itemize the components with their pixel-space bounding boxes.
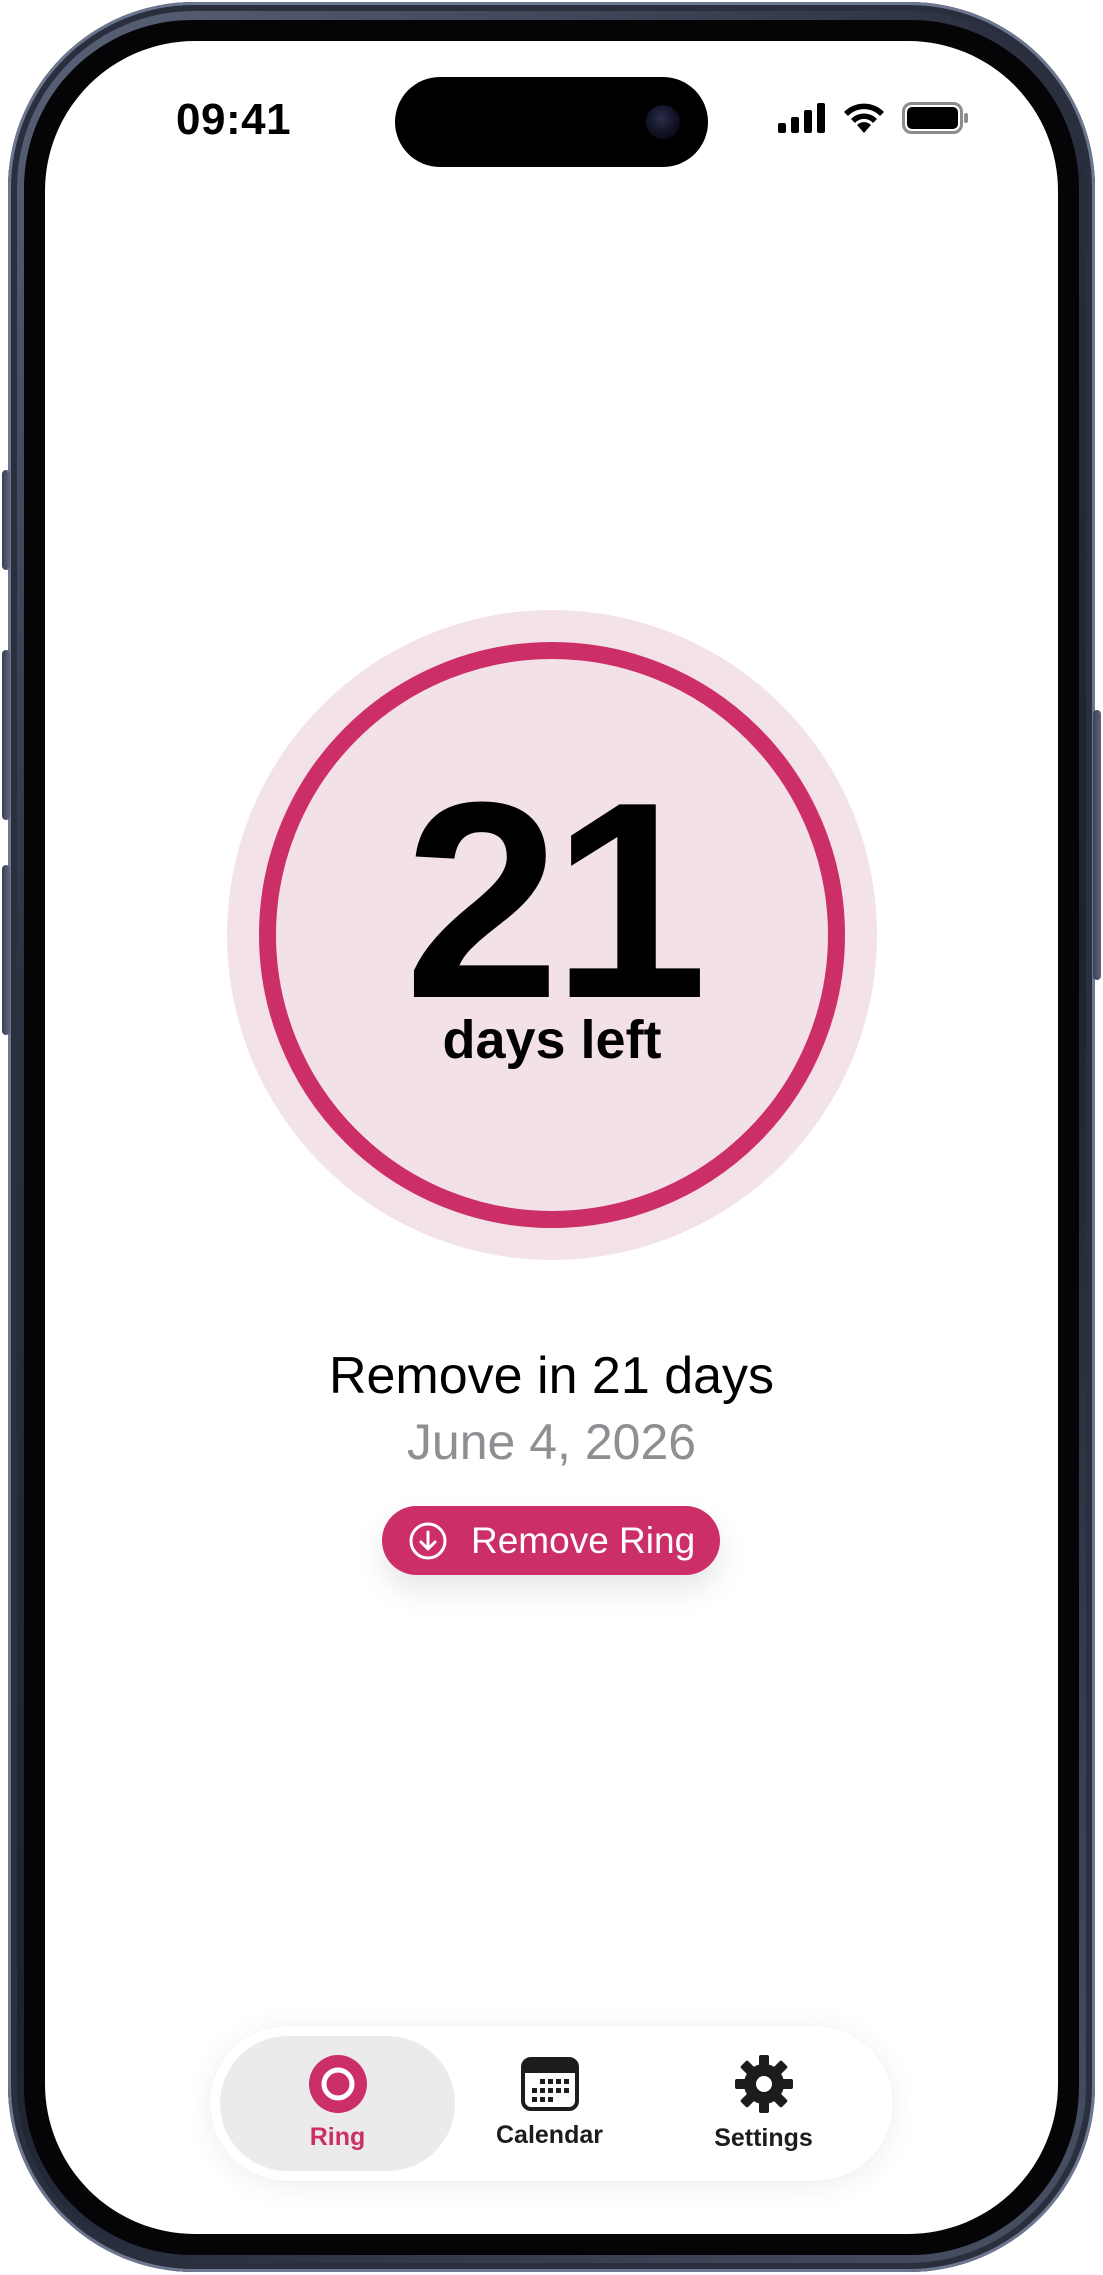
status-icons <box>778 102 970 134</box>
power-button <box>1093 710 1101 980</box>
app-screen: 09:41 21 days left Remove in 21 days Jun… <box>45 41 1058 2234</box>
wifi-icon <box>844 103 884 133</box>
status-time: 09:41 <box>176 95 292 144</box>
remove-countdown-title: Remove in 21 days <box>328 1347 775 1405</box>
tab-calendar[interactable]: Calendar <box>432 2026 667 2181</box>
cellular-signal-icon <box>778 103 825 133</box>
tab-calendar-label: Calendar <box>496 2121 603 2149</box>
ring-icon <box>308 2055 367 2113</box>
remove-ring-button-label: Remove Ring <box>471 1519 696 1561</box>
remove-date: June 4, 2026 <box>406 1414 697 1470</box>
front-camera <box>646 105 680 139</box>
tab-settings[interactable]: Settings <box>646 2026 881 2181</box>
action-button <box>2 470 10 570</box>
calendar-icon <box>520 2057 579 2111</box>
gear-icon <box>734 2055 793 2113</box>
battery-icon <box>902 102 968 134</box>
volume-down-button <box>2 865 10 1035</box>
volume-up-button <box>2 650 10 820</box>
arrow-down-circle-icon <box>409 1522 447 1559</box>
tab-ring-label: Ring <box>309 2123 366 2151</box>
tab-settings-label: Settings <box>714 2124 813 2152</box>
remove-ring-button[interactable]: Remove Ring <box>382 1506 720 1575</box>
tab-ring[interactable]: Ring <box>220 2026 455 2181</box>
device-stage: 09:41 21 days left Remove in 21 days Jun… <box>0 0 1103 2275</box>
days-left-label: days left <box>442 1010 662 1070</box>
tab-bar: Ring Calendar Settings <box>210 2026 893 2181</box>
days-left-number: 21 <box>404 745 707 1057</box>
dynamic-island <box>395 77 708 167</box>
